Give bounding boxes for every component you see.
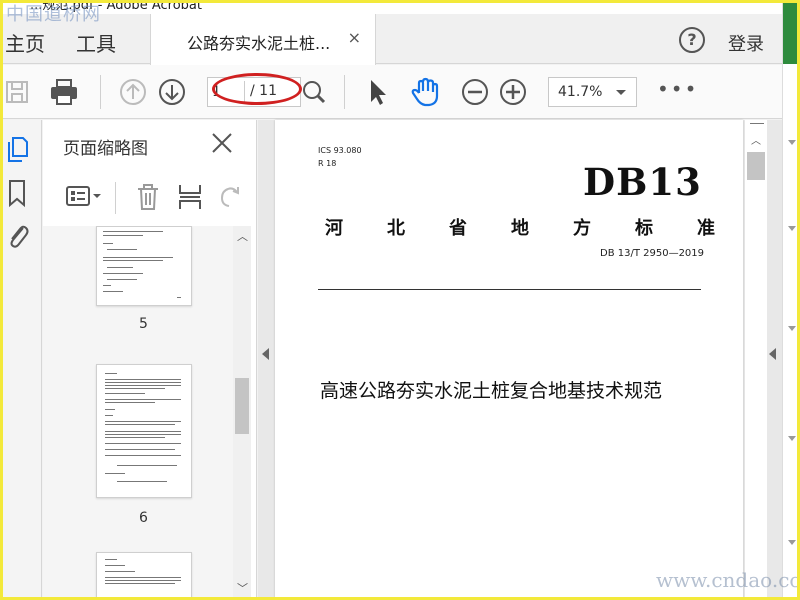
scrollbar-thumb[interactable]: [235, 378, 249, 434]
document-tab-label: 公路夯实水泥土桩...: [187, 34, 331, 53]
chevron-up-icon[interactable]: ︿: [237, 228, 248, 244]
select-arrow-icon[interactable]: [364, 77, 390, 107]
province-char: 北: [387, 218, 405, 239]
zoom-search-icon[interactable]: [300, 77, 326, 107]
thumbnail-panel: 页面缩略图 5 6 ︿ ﹀: [43, 120, 257, 600]
nav-home[interactable]: 主页: [5, 28, 45, 57]
chevron-up-icon[interactable]: ︿: [751, 132, 761, 147]
nav-tools[interactable]: 工具: [76, 28, 116, 57]
tab-bar: 主页 工具 公路夯实水泥土桩... × ? 登录: [0, 14, 782, 65]
hand-tool-icon[interactable]: [410, 77, 442, 107]
help-icon[interactable]: ?: [679, 27, 705, 53]
province-char: 标: [635, 218, 653, 239]
collapse-right-icon[interactable]: [769, 348, 776, 360]
r-line: R 18: [318, 159, 337, 168]
ics-line: ICS 93.080: [318, 146, 362, 155]
document-tab[interactable]: 公路夯实水泥土桩... ×: [150, 14, 376, 65]
close-tab-icon[interactable]: ×: [348, 28, 361, 47]
ics-code: ICS 93.080 R 18: [318, 144, 362, 170]
watermark-bottom: www.cndao.com: [656, 568, 800, 592]
province-char: 方: [573, 218, 591, 239]
thumbnail-panel-title: 页面缩略图: [63, 139, 148, 159]
print-icon[interactable]: [48, 77, 80, 107]
close-icon[interactable]: [211, 132, 233, 154]
db-heading: DB13: [583, 160, 702, 204]
chevron-down-icon: [616, 90, 626, 95]
zoom-value: 41.7%: [558, 84, 603, 100]
next-page-icon[interactable]: [157, 77, 187, 107]
scroll-top-line: [750, 123, 764, 129]
rotate-icon[interactable]: [217, 182, 243, 212]
page-box-divider: [244, 81, 245, 103]
toolbar-separator: [115, 182, 116, 214]
thumbnail-page-number: 5: [139, 316, 148, 332]
province-standard-label: 河 北 省 地 方 标 准: [325, 214, 715, 240]
province-char: 准: [697, 218, 715, 239]
standard-code: DB 13/T 2950—2019: [600, 248, 705, 259]
thumbnail-scrollbar[interactable]: ︿ ﹀: [233, 226, 251, 600]
zoom-out-icon[interactable]: [460, 77, 490, 107]
province-char: 地: [511, 218, 529, 239]
page-total: / 11: [250, 83, 277, 99]
more-options-icon[interactable]: •••: [657, 77, 698, 101]
header-rule: [318, 289, 701, 290]
main-toolbar: / 11 41.7% •••: [0, 65, 782, 119]
document-title: 高速公路夯实水泥土桩复合地基技术规范: [320, 380, 663, 402]
page-number-box: / 11: [207, 77, 301, 107]
zoom-in-icon[interactable]: [498, 77, 528, 107]
edge-triangle: [788, 436, 796, 441]
edge-triangle: [788, 540, 796, 545]
province-char: 省: [449, 218, 467, 239]
watermark-top: 中国道桥网: [6, 4, 101, 25]
page-thumbnails-icon[interactable]: [5, 134, 29, 164]
scrollbar-thumb[interactable]: [747, 152, 765, 180]
save-icon[interactable]: [4, 77, 30, 107]
window-title-strip: ...规范.pdf - Adobe Acrobat: [0, 0, 800, 14]
chevron-down-icon[interactable]: ﹀: [237, 580, 248, 596]
edge-triangle: [788, 140, 796, 145]
pdf-page: ICS 93.080 R 18 DB13 河 北 省 地 方 标 准 DB 13…: [275, 120, 743, 600]
prev-page-icon[interactable]: [118, 77, 148, 107]
thumbnail-toolbar: [43, 176, 257, 220]
zoom-select[interactable]: 41.7%: [548, 77, 637, 107]
thumbnail-options-icon[interactable]: [65, 184, 103, 210]
thumbnail-page[interactable]: [96, 364, 192, 498]
thumbnail-page[interactable]: [96, 226, 192, 306]
province-char: 河: [325, 218, 343, 239]
page-number-input[interactable]: [212, 82, 242, 102]
thumbnail-page[interactable]: [96, 552, 192, 600]
thumbnail-page-number: 6: [139, 510, 148, 526]
toolbar-separator: [344, 75, 345, 109]
attachment-icon[interactable]: [5, 220, 29, 250]
toolbar-separator: [100, 75, 101, 109]
login-button[interactable]: 登录: [728, 30, 764, 56]
right-edge-strip: [782, 0, 800, 600]
edge-triangle: [788, 326, 796, 331]
thumbnail-list: 5 6: [43, 226, 233, 600]
bookmark-icon[interactable]: [5, 178, 29, 208]
document-scrollbar[interactable]: ︿: [745, 120, 767, 600]
left-icon-rail: [0, 120, 42, 600]
edge-triangle: [788, 226, 796, 231]
extract-icon[interactable]: [177, 182, 203, 212]
green-strip: [783, 0, 800, 64]
collapse-left-icon[interactable]: [262, 348, 269, 360]
delete-icon[interactable]: [135, 182, 161, 212]
